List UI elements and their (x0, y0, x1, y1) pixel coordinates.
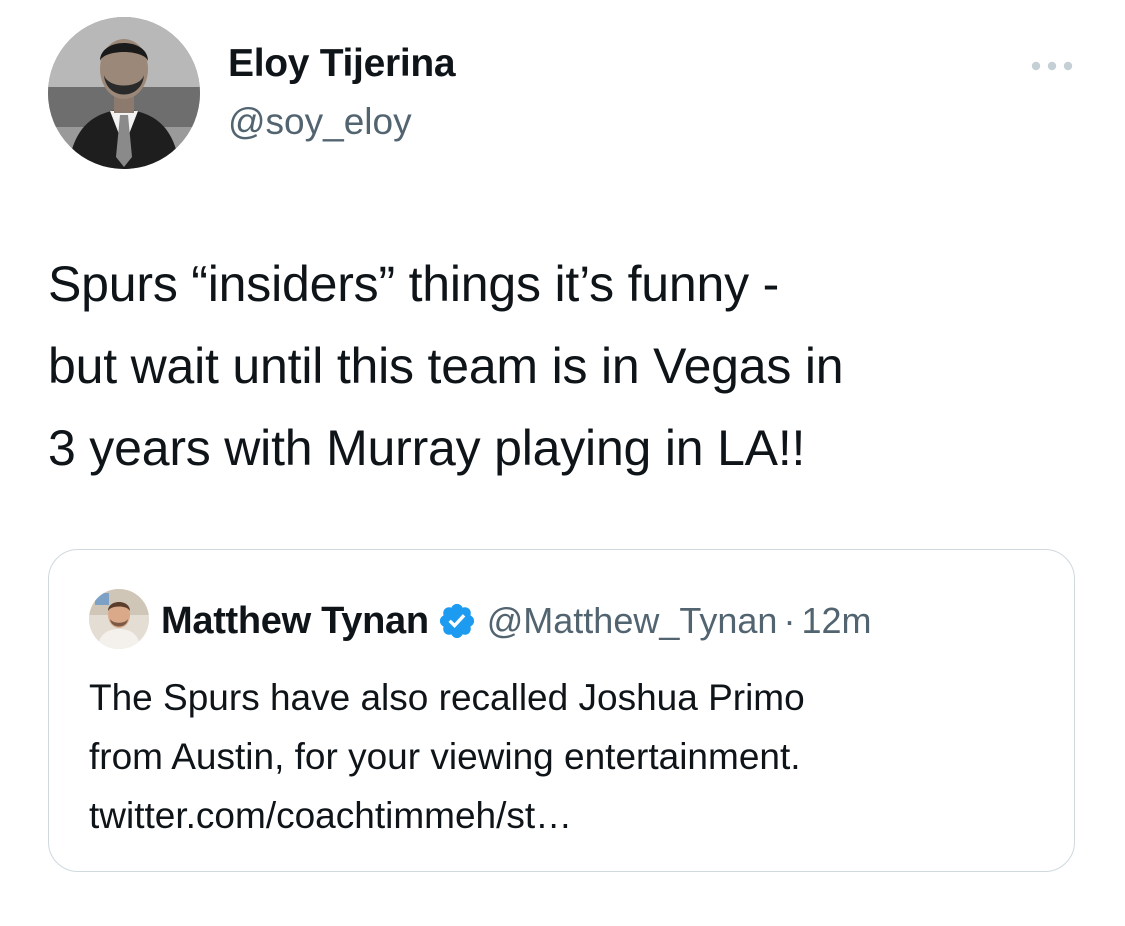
quoted-author-display-name[interactable]: Matthew Tynan (161, 600, 429, 643)
tweet[interactable]: Eloy Tijerina @soy_eloy Spurs “insiders”… (0, 0, 1125, 926)
tweet-text: Spurs “insiders” things it’s funny - but… (48, 243, 1098, 489)
tweet-text-line: but wait until this team is in Vegas in (48, 338, 844, 394)
tweet-text-line: 3 years with Murray playing in LA!! (48, 420, 806, 476)
author-display-name[interactable]: Eloy Tijerina (228, 42, 456, 86)
quoted-tweet-text: The Spurs have also recalled Joshua Prim… (89, 668, 1049, 845)
author-avatar[interactable] (48, 17, 200, 169)
verified-badge-icon (437, 601, 477, 641)
quoted-author-avatar[interactable] (89, 589, 149, 649)
quoted-tweet-link[interactable]: twitter.com/coachtimmeh/st… (89, 786, 1049, 845)
author-handle[interactable]: @soy_eloy (228, 101, 412, 143)
avatar-photo-icon (89, 589, 149, 649)
more-options-icon[interactable] (1028, 56, 1076, 76)
separator-dot: · (783, 600, 796, 641)
quoted-tweet-header: Matthew Tynan @Matthew_Tynan · 12m (161, 596, 871, 646)
quoted-tweet-text-line: The Spurs have also recalled Joshua Prim… (89, 677, 805, 718)
tweet-text-line: Spurs “insiders” things it’s funny - (48, 256, 780, 312)
avatar-photo-icon (48, 17, 200, 169)
quoted-tweet-text-line: from Austin, for your viewing entertainm… (89, 736, 801, 777)
quoted-tweet-timestamp[interactable]: 12m (801, 600, 871, 642)
quoted-tweet-card[interactable]: Matthew Tynan @Matthew_Tynan · 12m The S… (48, 549, 1075, 872)
quoted-author-handle[interactable]: @Matthew_Tynan (487, 600, 778, 642)
